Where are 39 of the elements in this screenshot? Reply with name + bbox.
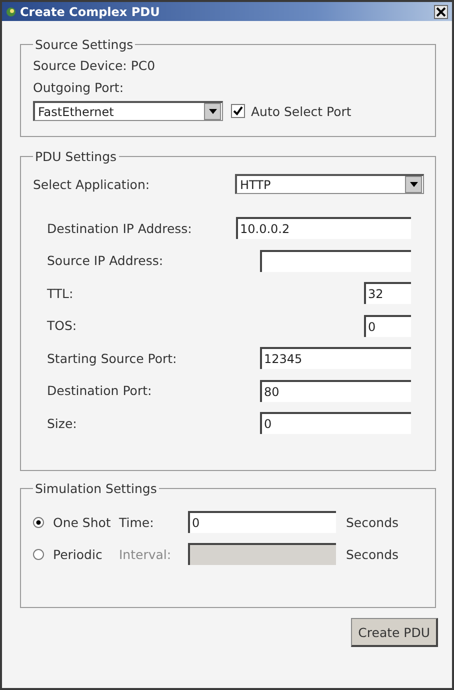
group-title: Simulation Settings: [34, 481, 158, 496]
input-field[interactable]: 80: [260, 380, 411, 402]
input-field[interactable]: 0: [260, 412, 411, 434]
radio-button[interactable]: [33, 516, 44, 528]
group-title: PDU Settings: [34, 149, 118, 164]
group-title: Source Settings: [34, 37, 134, 52]
dropdown[interactable]: HTTP: [235, 174, 424, 194]
check-icon: [233, 106, 243, 116]
input-field[interactable]: 12345: [260, 347, 411, 370]
input-field[interactable]: 0: [364, 314, 411, 337]
device-label: Source Device: PC0: [33, 58, 156, 73]
caret-icon: [208, 109, 216, 114]
create-button[interactable]: Create PDU: [351, 618, 438, 647]
field-label: TTL:: [47, 286, 74, 301]
input-field[interactable]: 10.0.0.2: [236, 217, 411, 240]
input-field[interactable]: [260, 250, 411, 272]
app-icon: [6, 6, 16, 16]
close-button[interactable]: [434, 4, 448, 18]
field-label: Interval:: [119, 546, 172, 562]
field-label: Source IP Address:: [47, 253, 164, 268]
field-label: Size:: [47, 416, 77, 431]
field-label: TOS:: [47, 318, 77, 334]
close-icon: [436, 6, 446, 16]
field-label: Starting Source Port:: [47, 350, 177, 366]
caret-icon: [410, 182, 418, 187]
checkbox[interactable]: Auto Select Port: [231, 104, 352, 118]
unit-label: Seconds: [346, 546, 399, 562]
field-label: Destination Port:: [47, 383, 152, 398]
radio-label: One Shot: [53, 514, 112, 530]
window-title: Create Complex PDU: [20, 4, 161, 18]
input-field[interactable]: 32: [364, 282, 411, 304]
port-label: Outgoing Port:: [33, 80, 125, 95]
field-label: Destination IP Address:: [47, 220, 192, 236]
field-label: Select Application:: [33, 176, 150, 192]
field-label: Time:: [119, 514, 155, 530]
radio-label: Periodic: [53, 546, 104, 562]
unit-label: Seconds: [346, 514, 399, 530]
dropdown[interactable]: FastEthernet: [33, 101, 223, 121]
input-field[interactable]: 0: [188, 511, 336, 533]
